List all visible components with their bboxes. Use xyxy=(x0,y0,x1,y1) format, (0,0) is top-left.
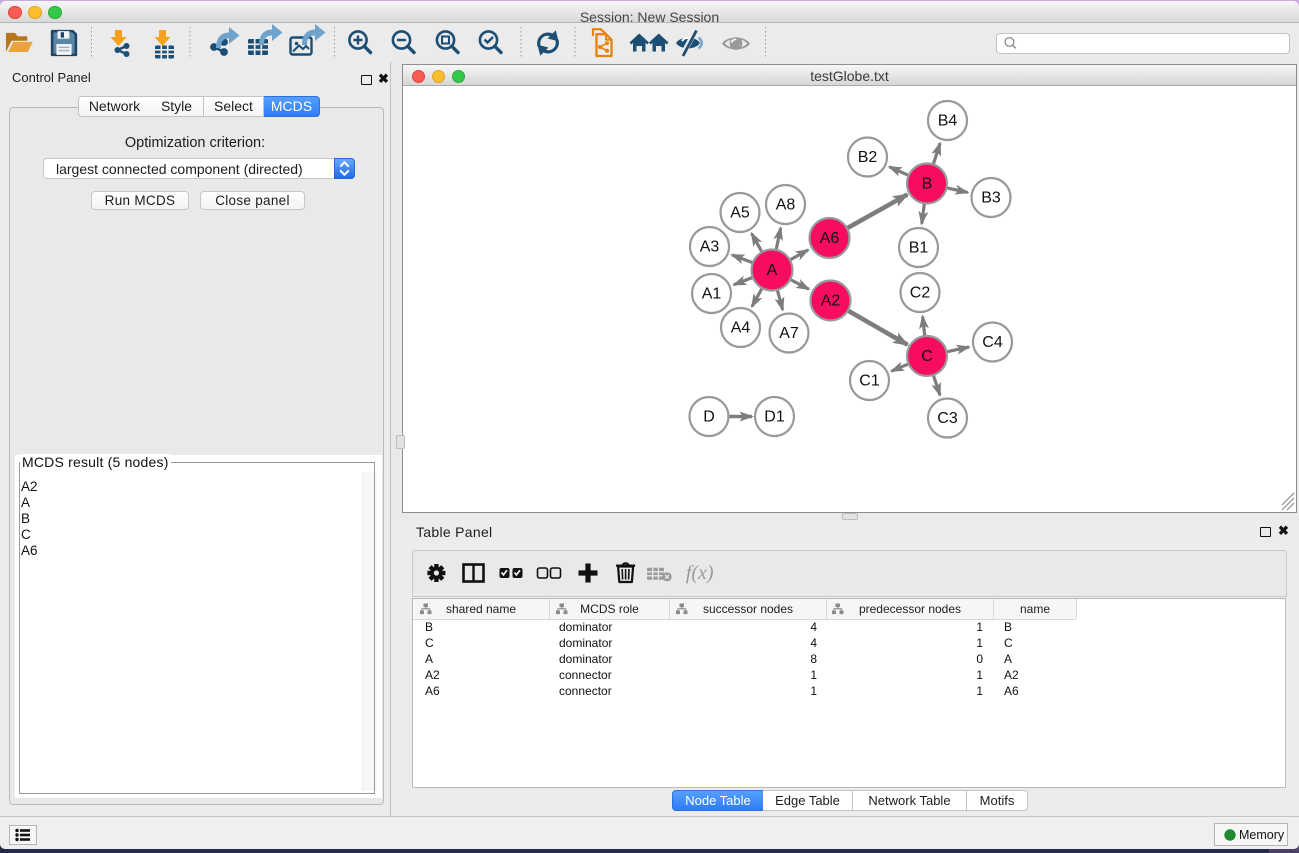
svg-text:A4: A4 xyxy=(731,320,751,337)
svg-text:D: D xyxy=(703,409,715,426)
svg-text:A5: A5 xyxy=(730,205,750,222)
svg-text:A2: A2 xyxy=(821,293,841,310)
svg-text:A3: A3 xyxy=(700,239,720,256)
svg-text:C3: C3 xyxy=(937,410,958,427)
svg-text:B: B xyxy=(922,176,933,193)
svg-text:B2: B2 xyxy=(858,149,878,166)
svg-text:C2: C2 xyxy=(910,285,931,302)
svg-text:B3: B3 xyxy=(981,190,1001,207)
svg-text:B1: B1 xyxy=(909,240,929,257)
svg-text:A8: A8 xyxy=(776,197,796,214)
svg-text:B4: B4 xyxy=(938,113,958,130)
svg-text:A7: A7 xyxy=(779,325,799,342)
svg-text:A: A xyxy=(767,262,778,279)
svg-text:D1: D1 xyxy=(764,409,785,426)
svg-text:f(x): f(x) xyxy=(686,562,714,584)
svg-text:C4: C4 xyxy=(982,334,1003,351)
svg-text:A1: A1 xyxy=(702,286,722,303)
svg-text:C1: C1 xyxy=(859,373,880,390)
svg-text:C: C xyxy=(921,348,933,365)
svg-text:A6: A6 xyxy=(820,230,840,247)
